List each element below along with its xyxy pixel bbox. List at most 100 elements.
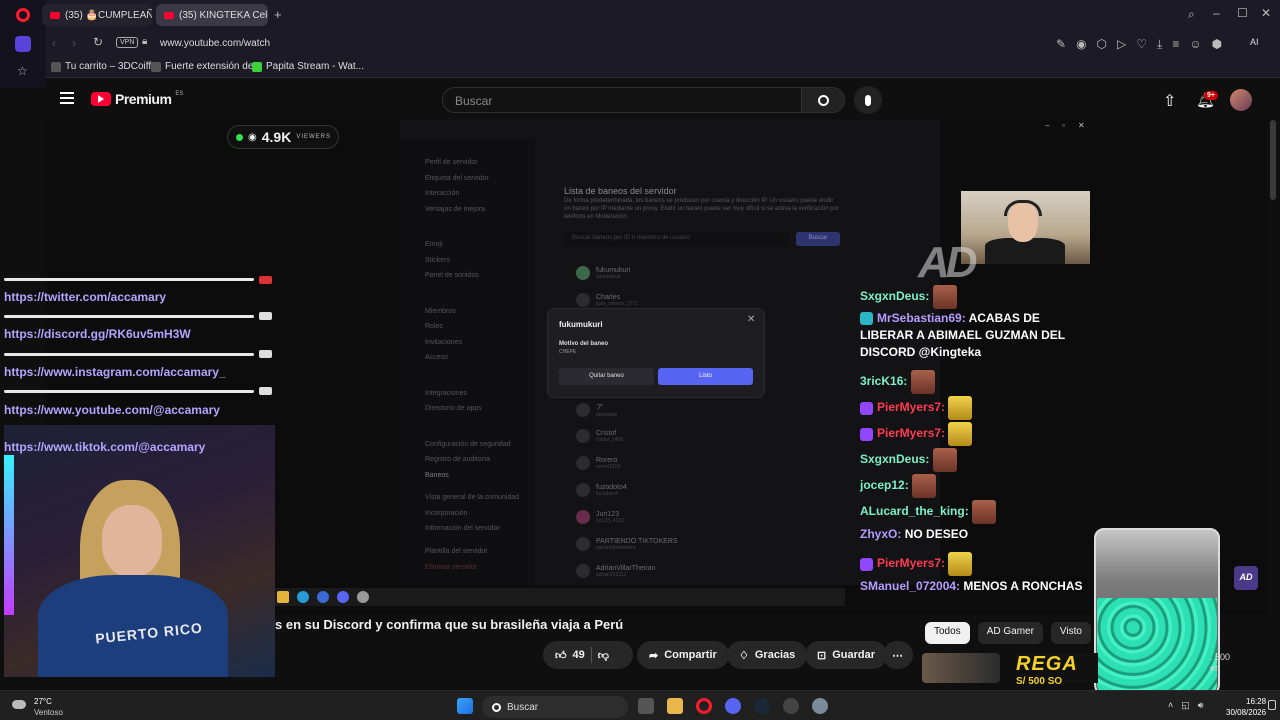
channel-logo-icon: AD bbox=[1234, 566, 1258, 590]
youtube-logo[interactable]: Premium ES bbox=[91, 91, 183, 107]
edit-icon[interactable]: ✎ bbox=[1056, 37, 1066, 52]
windows-start-icon[interactable] bbox=[457, 698, 473, 714]
aria-ai-button[interactable]: AI bbox=[1250, 37, 1259, 47]
extensions-icon[interactable]: ⬢ bbox=[1212, 37, 1222, 52]
notification-center-icon[interactable] bbox=[1268, 700, 1276, 710]
avatar[interactable] bbox=[1230, 89, 1252, 111]
tab-kingteka[interactable]: (35) KINGTEKA Celebr bbox=[156, 4, 268, 26]
like-icon[interactable]: 👍︎ bbox=[555, 649, 567, 662]
star-icon[interactable]: ☆ bbox=[17, 64, 28, 78]
url-text[interactable]: www.youtube.com/watch bbox=[160, 38, 270, 49]
forward-icon[interactable]: › bbox=[72, 36, 76, 50]
discord-menu-item: Plantilla del servidor bbox=[425, 548, 488, 555]
bookmark-item[interactable]: Tu carrito – 3DCoiff... bbox=[51, 61, 159, 72]
page-scrollbar[interactable] bbox=[1270, 120, 1276, 200]
minimize-icon[interactable]: – bbox=[1213, 6, 1220, 20]
emote-icon bbox=[948, 396, 973, 420]
profile-icon[interactable]: ☺ bbox=[1189, 37, 1201, 52]
overlay-maximize-icon[interactable]: ▫ bbox=[1062, 121, 1065, 130]
bookmark-item[interactable]: Papita Stream - Wat... bbox=[252, 61, 364, 72]
search-input[interactable]: Buscar bbox=[442, 87, 802, 113]
vpn-badge[interactable]: VPN bbox=[116, 37, 139, 48]
search-tabs-icon[interactable]: ⌕ bbox=[1188, 7, 1195, 22]
discord-menu-item: Invitaciones bbox=[425, 339, 462, 346]
live-dot-icon bbox=[236, 133, 243, 141]
weather-temp[interactable]: 27°C bbox=[34, 697, 52, 706]
tray-icons[interactable]: ˄ ◱ 🔊︎ bbox=[1168, 700, 1203, 711]
task-view-icon[interactable] bbox=[638, 698, 654, 714]
opera-icon[interactable] bbox=[696, 698, 712, 714]
weather-desc[interactable]: Ventoso bbox=[34, 708, 63, 717]
streamer-face bbox=[102, 505, 162, 577]
chip-ad-gamer[interactable]: AD Gamer bbox=[977, 622, 1043, 644]
youtube-favicon-icon bbox=[50, 11, 60, 19]
notification-count-badge: 9+ bbox=[1204, 91, 1218, 100]
steam-icon[interactable] bbox=[754, 698, 770, 714]
ban-search-button: Buscar bbox=[796, 232, 840, 246]
overlay-minimize-icon[interactable]: – bbox=[1045, 121, 1049, 130]
file-explorer-icon[interactable] bbox=[667, 698, 683, 714]
unban-button: Quitar baneo bbox=[559, 368, 654, 385]
tab-birthday[interactable]: (35) 🎂CUMPLEAÑOS FE bbox=[42, 4, 152, 26]
toolbar-icons[interactable]: ✎ ◉ ⬡ ▷ ♡ ⤓ ≡ ☺ ⬢ bbox=[1056, 37, 1222, 52]
close-window-icon[interactable]: ✕ bbox=[1261, 6, 1271, 20]
tiktok-link: https://www.tiktok.com/@accamary bbox=[4, 440, 206, 454]
upload-icon[interactable]: ⇧ bbox=[1163, 91, 1176, 111]
discord-link: https://discord.gg/RK6uv5mH3W bbox=[4, 327, 191, 341]
subscriber-badge-icon bbox=[860, 557, 873, 571]
search-button[interactable] bbox=[801, 87, 845, 113]
lock-icon: 🔒︎ bbox=[142, 36, 148, 47]
subscriber-badge-icon bbox=[860, 312, 873, 326]
discord-menu-item: Configuración de seguridad bbox=[425, 441, 511, 448]
avatar bbox=[576, 266, 590, 280]
chip-watched[interactable]: Visto bbox=[1050, 622, 1091, 644]
banned-user-row: AdrianVillarTherian adrian231212 bbox=[576, 564, 655, 578]
avatar bbox=[576, 403, 590, 417]
share-button[interactable]: ➦ Compartir bbox=[637, 641, 729, 669]
discord-menu-item: Directorio de apps bbox=[425, 405, 482, 412]
reload-icon[interactable]: ↻ bbox=[93, 35, 103, 49]
heart-icon[interactable]: ♡ bbox=[1136, 37, 1147, 52]
save-button[interactable]: ⊡ Guardar bbox=[805, 641, 888, 669]
like-dislike-group[interactable]: 👍︎ 49 👎︎ bbox=[543, 641, 633, 669]
voice-search-button[interactable] bbox=[854, 86, 882, 114]
obs-icon[interactable] bbox=[783, 698, 799, 714]
browser-icon bbox=[297, 591, 309, 603]
opera-logo-icon[interactable] bbox=[16, 8, 30, 22]
dislike-icon[interactable]: 👎︎ bbox=[598, 649, 609, 662]
chip-all[interactable]: Todos bbox=[925, 622, 970, 644]
thanks-button[interactable]: ♢ Gracias bbox=[727, 641, 808, 669]
taskbar-search[interactable]: Buscar bbox=[482, 696, 628, 718]
youtube-play-icon bbox=[91, 92, 111, 106]
overlay-close-icon[interactable]: ✕ bbox=[1078, 121, 1085, 130]
shield-icon[interactable]: ⬡ bbox=[1097, 37, 1107, 52]
camera-icon[interactable]: ◉ bbox=[1076, 37, 1086, 52]
overlay-divider bbox=[4, 390, 254, 393]
maximize-icon[interactable]: ☐ bbox=[1237, 6, 1248, 20]
weather-icon[interactable] bbox=[12, 700, 26, 709]
play-icon[interactable]: ▷ bbox=[1117, 37, 1126, 52]
twitter-icon bbox=[259, 312, 272, 320]
menu-icon[interactable]: ≡ bbox=[1172, 37, 1179, 52]
discord-icon[interactable] bbox=[725, 698, 741, 714]
ban-search-input: Buscar baneos por ID o miembro de usuari… bbox=[564, 232, 789, 246]
download-icon[interactable]: ⤓ bbox=[1157, 37, 1162, 52]
hamburger-menu-icon[interactable] bbox=[60, 92, 74, 104]
video-thumbnail[interactable]: REGA S/ 500 SO bbox=[1016, 653, 1098, 687]
discord-menu-item: Etiqueta del servidor bbox=[425, 175, 489, 182]
chat-message: MrSebastian69: ACABAS DE LIBERAR A ABIMA… bbox=[860, 311, 1065, 359]
discord-menu-item: Eliminar servidor bbox=[425, 564, 478, 571]
video-thumbnail[interactable] bbox=[922, 653, 1000, 683]
back-icon[interactable]: ‹ bbox=[52, 36, 56, 50]
home-icon[interactable] bbox=[15, 36, 31, 52]
discord-menu-item: Registro de auditoría bbox=[425, 456, 490, 463]
taskbar-clock[interactable]: 16:28 30/08/2026 bbox=[1226, 696, 1266, 718]
volume-icon: 🔊︎ bbox=[1197, 700, 1204, 710]
youtube-link: https://www.youtube.com/@accamary bbox=[4, 403, 220, 417]
settings-icon[interactable] bbox=[812, 698, 828, 714]
bookmark-item[interactable]: Fuerte extensión de... bbox=[151, 61, 262, 72]
more-actions-button[interactable]: ⋯ bbox=[883, 641, 913, 669]
new-tab-icon[interactable]: + bbox=[274, 7, 282, 22]
banned-user-row: Cristof cristof_1405 bbox=[576, 429, 623, 443]
recommendation-chips: Todos AD Gamer Visto bbox=[925, 622, 1091, 644]
